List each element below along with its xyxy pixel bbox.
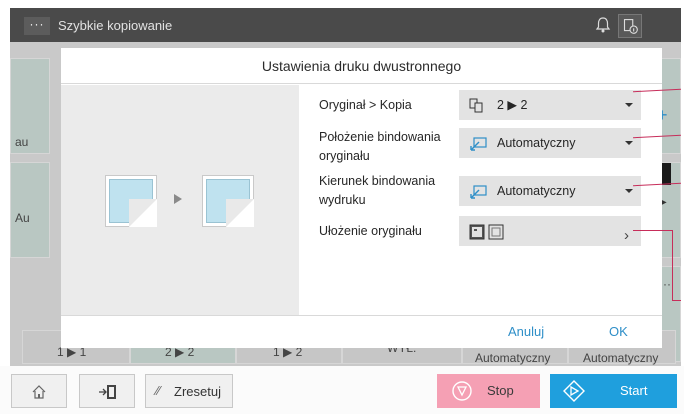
ok-button[interactable]: OK — [609, 324, 628, 339]
original-orientation-button[interactable]: › — [459, 216, 641, 246]
reset-label: Zresetuj — [174, 384, 221, 399]
original-binding-position-value: Automatyczny — [497, 136, 576, 150]
background-tile-text: Automatyczny — [475, 351, 551, 365]
bell-icon[interactable] — [594, 16, 612, 34]
chevron-down-icon — [625, 141, 633, 145]
home-button[interactable] — [11, 374, 67, 408]
bottom-bar: ⁄⁄ Zresetuj Stop Start — [0, 366, 684, 414]
dialog-title: Ustawienia druku dwustronnego — [61, 48, 662, 84]
start-label: Start — [620, 383, 648, 398]
binding-position-icon — [470, 137, 487, 151]
original-copy-dropdown[interactable]: 2 ▶ 2 — [459, 90, 641, 120]
callout-line — [672, 300, 681, 301]
original-binding-position-label: Położenie bindowania oryginału — [319, 130, 441, 163]
logout-button[interactable] — [79, 374, 135, 408]
reset-button[interactable]: ⁄⁄ Zresetuj — [145, 374, 233, 408]
start-button[interactable]: Start — [550, 374, 677, 408]
output-binding-direction-value: Automatyczny — [497, 184, 576, 198]
orientation-icon — [469, 224, 504, 240]
cancel-button[interactable]: Anuluj — [508, 324, 544, 339]
background-tile-text: Automatyczny — [583, 351, 659, 365]
stop-icon — [452, 381, 472, 401]
original-copy-label: Oryginał > Kopia — [319, 98, 412, 112]
chevron-down-icon — [625, 103, 633, 107]
chevron-right-icon: › — [624, 227, 629, 244]
callout-line — [672, 230, 673, 300]
home-icon — [32, 385, 46, 399]
duplex-preview — [61, 85, 299, 315]
arrow-right-icon — [174, 194, 182, 204]
menu-button[interactable]: ··· — [24, 17, 50, 35]
output-binding-direction-dropdown[interactable]: Automatyczny — [459, 176, 641, 206]
device-screen: ··· Szybkie kopiowanie au Au + ▶ ··· ach… — [10, 8, 681, 366]
duplex-icon — [469, 98, 483, 113]
output-binding-direction-label: Kierunek bindowania wydruku — [319, 174, 436, 207]
original-page-icon — [105, 175, 157, 227]
binding-direction-icon — [470, 185, 487, 199]
background-tile-text: au — [15, 135, 29, 149]
background-tile: Au — [10, 162, 50, 258]
callout-line — [633, 230, 673, 231]
original-copy-value: 2 ▶ 2 — [497, 98, 528, 112]
top-bar: ··· Szybkie kopiowanie — [10, 8, 681, 42]
dialog-footer: Anuluj OK — [61, 315, 662, 348]
background-tile-text: Au — [15, 211, 30, 225]
stop-button[interactable]: Stop — [437, 374, 540, 408]
background-tile: au — [10, 58, 50, 154]
reset-icon: ⁄⁄ — [156, 383, 161, 398]
job-status-icon[interactable] — [618, 14, 642, 38]
chevron-down-icon — [625, 189, 633, 193]
duplex-settings-dialog: Ustawienia druku dwustronnego Oryginał >… — [61, 48, 662, 348]
original-binding-position-dropdown[interactable]: Automatyczny — [459, 128, 641, 158]
stop-label: Stop — [487, 383, 514, 398]
app-title: Szybkie kopiowanie — [58, 18, 173, 33]
original-orientation-label: Ułożenie oryginału — [319, 224, 422, 238]
start-icon — [563, 380, 585, 402]
copy-page-icon — [202, 175, 254, 227]
logout-icon — [99, 385, 116, 399]
